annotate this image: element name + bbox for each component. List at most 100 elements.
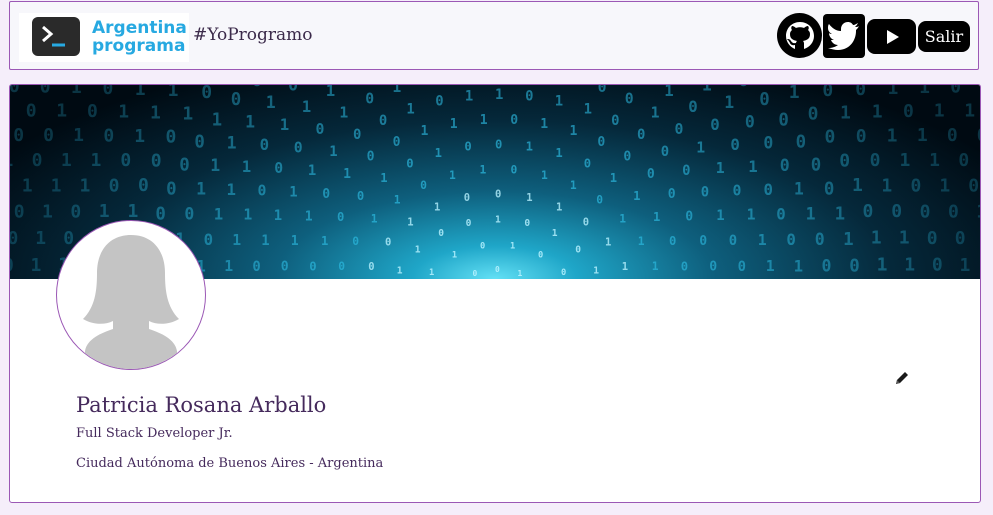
- binary-digit: 1: [510, 241, 515, 251]
- binary-digit: 1: [118, 102, 129, 123]
- binary-digit: 1: [80, 175, 91, 196]
- argentina-programa-logo[interactable]: Argentina programa: [19, 13, 189, 62]
- binary-digit: 0: [204, 230, 213, 249]
- binary-digit: 0: [357, 189, 364, 203]
- binary-digit: 1: [308, 163, 316, 179]
- twitter-icon: [828, 22, 859, 50]
- binary-digit: 0: [668, 187, 676, 202]
- binary-digit: 0: [958, 150, 969, 171]
- binary-digit: 1: [452, 251, 457, 261]
- binary-digit: 1: [394, 194, 401, 207]
- binary-digit: 0: [294, 140, 303, 157]
- binary-digit: 0: [109, 175, 120, 196]
- binary-digit: 1: [570, 179, 577, 192]
- binary-digit: 0: [730, 135, 739, 154]
- binary-digit: 0: [891, 201, 902, 222]
- binary-digit: 1: [899, 228, 910, 249]
- binary-digit: 1: [633, 189, 640, 203]
- binary-digit: 1: [224, 258, 233, 275]
- binary-digit: 0: [103, 85, 114, 99]
- binary-digit: 1: [960, 255, 971, 276]
- binary-digit: 1: [556, 201, 562, 213]
- binary-digit: 0: [260, 135, 269, 154]
- github-link[interactable]: [777, 13, 822, 58]
- binary-digit: 1: [51, 176, 62, 197]
- binary-digit: 1: [716, 208, 724, 224]
- binary-digit: 0: [281, 260, 289, 275]
- binary-digit: 1: [541, 169, 548, 182]
- logo-line-2: programa: [92, 36, 186, 56]
- binary-digit: 0: [561, 268, 566, 278]
- binary-digit: 0: [824, 180, 834, 200]
- binary-digit: 1: [22, 176, 33, 197]
- top-navbar: Argentina programa #YoProgramo Salir: [9, 1, 979, 70]
- binary-digit: 1: [321, 234, 328, 248]
- youtube-link[interactable]: [867, 19, 916, 54]
- binary-digit: 1: [91, 150, 102, 171]
- binary-digit: 1: [518, 269, 523, 278]
- binary-digit: 1: [526, 140, 533, 154]
- binary-digit: 0: [337, 210, 344, 224]
- binary-digit: 1: [747, 207, 756, 224]
- binary-digit: 1: [871, 227, 882, 248]
- binary-digit: 0: [863, 201, 874, 222]
- binary-digit: 1: [135, 85, 146, 100]
- binary-digit: 0: [179, 155, 189, 175]
- binary-digit: 0: [738, 259, 746, 275]
- pencil-icon: [896, 372, 908, 384]
- binary-digit: 0: [10, 255, 14, 276]
- avatar[interactable]: [56, 220, 206, 370]
- binary-digit: 0: [699, 234, 707, 249]
- logout-button[interactable]: Salir: [918, 21, 970, 52]
- binary-digit: 0: [385, 237, 391, 249]
- binary-digit: 0: [525, 89, 533, 105]
- profile-name: Patricia Rosana Arballo: [76, 393, 327, 417]
- youtube-icon: [886, 29, 899, 44]
- binary-digit: 0: [368, 261, 374, 273]
- binary-digit: 0: [839, 150, 850, 171]
- binary-digit: 0: [367, 150, 375, 165]
- binary-digit: 0: [184, 205, 194, 224]
- profile-location: Ciudad Autónoma de Buenos Aires - Argent…: [76, 456, 384, 471]
- binary-digit: 0: [763, 134, 773, 153]
- binary-digit: 1: [584, 102, 592, 118]
- binary-digit: 0: [947, 125, 958, 146]
- binary-digit: 0: [738, 85, 748, 91]
- binary-digit: 1: [339, 104, 348, 121]
- binary-digit: 0: [166, 126, 177, 147]
- binary-digit: 1: [794, 256, 803, 275]
- binary-digit: 0: [473, 269, 478, 278]
- binary-digit: 1: [71, 85, 82, 98]
- binary-digit: 1: [56, 101, 67, 122]
- edit-profile-button[interactable]: [894, 370, 910, 386]
- binary-digit: 1: [182, 104, 193, 125]
- profile-title: Full Stack Developer Jr.: [76, 426, 233, 441]
- binary-digit: 0: [70, 201, 81, 222]
- binary-digit: 0: [464, 192, 470, 204]
- binary-digit: 0: [103, 125, 114, 146]
- binary-digit: 1: [134, 126, 145, 147]
- binary-digit: 0: [252, 85, 262, 91]
- binary-digit: 0: [524, 218, 530, 229]
- binary-digit: 0: [365, 90, 374, 107]
- binary-digit: 1: [934, 101, 945, 122]
- binary-digit: 1: [343, 167, 351, 182]
- binary-digit: 0: [786, 230, 795, 249]
- binary-digit: 1: [35, 228, 46, 249]
- binary-digit: 0: [352, 85, 361, 86]
- binary-digit: 0: [151, 150, 162, 171]
- binary-digit: 0: [815, 230, 825, 249]
- terminal-icon: [32, 17, 80, 56]
- binary-digit: 1: [702, 85, 712, 94]
- binary-digit: 0: [681, 259, 688, 273]
- binary-digit: 1: [421, 85, 430, 87]
- binary-digit: 0: [688, 97, 697, 116]
- binary-digit: 1: [877, 254, 888, 275]
- binary-digit: 1: [605, 237, 611, 249]
- twitter-link[interactable]: [823, 14, 865, 58]
- binary-digit: 1: [429, 268, 434, 278]
- binary-digit: 1: [758, 232, 767, 249]
- binary-digit: 0: [420, 179, 427, 192]
- github-icon: [785, 21, 814, 49]
- binary-digit: 0: [822, 85, 833, 101]
